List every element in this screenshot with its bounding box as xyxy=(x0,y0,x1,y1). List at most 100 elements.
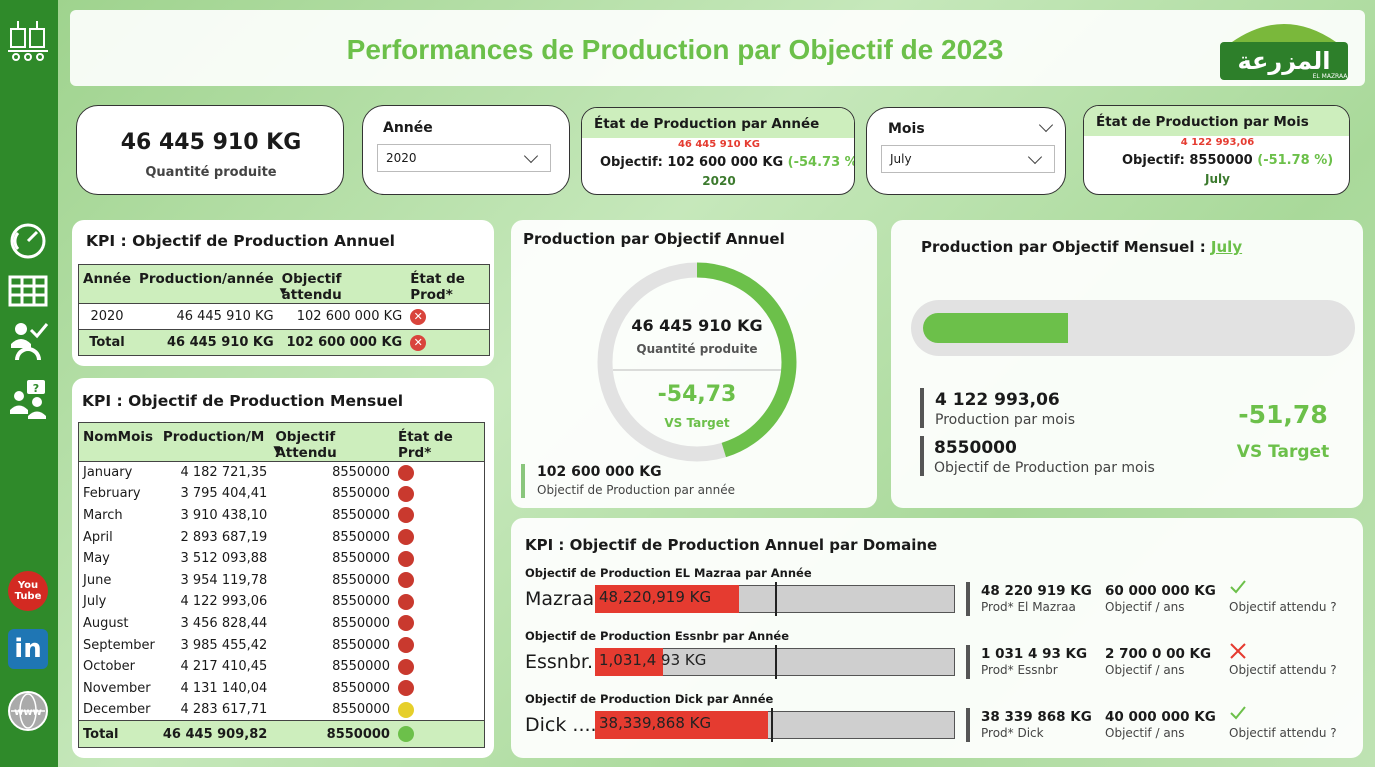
status-dot xyxy=(397,726,414,743)
table-icon[interactable] xyxy=(7,270,49,312)
cell-production: 3 795 404,41 xyxy=(180,486,268,502)
year-status-title: État de Production par Année xyxy=(594,116,820,132)
cross-icon xyxy=(1230,643,1246,659)
annual-kpi-title: KPI : Objectif de Production Annuel xyxy=(86,232,395,250)
cell-objective: 8550000 xyxy=(332,702,390,718)
monthly-progress-card: Production par Objectif Mensuel : July 4… xyxy=(891,220,1363,508)
linkedin-icon[interactable]: in xyxy=(7,628,49,670)
chevron-down-icon[interactable] xyxy=(1038,117,1054,133)
domain-obj: 40 000 000 KG xyxy=(1105,709,1216,725)
table-row[interactable]: December 4 283 617,71 8550000 xyxy=(79,699,485,721)
table-row[interactable]: July 4 122 993,06 8550000 xyxy=(79,591,485,613)
col-production-annee[interactable]: Production/année xyxy=(134,264,278,304)
domain-obj-label: Objectif / ans xyxy=(1105,600,1185,614)
table-row[interactable]: May 3 512 093,88 8550000 xyxy=(79,548,485,570)
annual-kpi-card: KPI : Objectif de Production Annuel Anné… xyxy=(72,220,494,366)
youtube-icon[interactable]: You Tube xyxy=(7,570,49,612)
cell-month: January xyxy=(83,465,133,481)
cell-objective: 102 600 000 KG xyxy=(296,309,403,324)
domain-check-label: Objectif attendu ? xyxy=(1229,663,1337,677)
domain-prod: 48 220 919 KG xyxy=(981,583,1092,599)
col-nommois[interactable]: NomMois xyxy=(78,422,159,462)
year-status-card: État de Production par Année 46 445 910 … xyxy=(581,107,855,195)
status-dot xyxy=(397,701,414,718)
col-etat-prd[interactable]: État de Prd* xyxy=(393,422,485,462)
domain-prod: 1 031 4 93 KG xyxy=(981,646,1088,662)
cell-production: 2 893 687,19 xyxy=(180,529,268,545)
cell-total-production: 46 445 910 KG xyxy=(166,335,274,350)
table-row[interactable]: 2020 46 445 910 KG 102 600 000 KG ✕ xyxy=(78,303,490,330)
table-row[interactable]: April 2 893 687,19 8550000 xyxy=(79,526,485,548)
annual-gauge-value: 46 445 910 KG xyxy=(631,316,763,335)
domain-name: Essnbr. xyxy=(525,651,594,673)
monthly-progress-month: July xyxy=(1210,238,1243,256)
table-row[interactable]: August 3 456 828,44 8550000 xyxy=(79,613,485,635)
status-dot xyxy=(397,485,414,502)
cell-month: June xyxy=(83,572,112,588)
annual-gauge-title: Production par Objectif Annuel xyxy=(523,230,785,248)
domain-prod-label: Prod* Essnbr xyxy=(981,663,1058,677)
cell-month: April xyxy=(83,529,113,545)
domain-bar-target xyxy=(775,645,777,679)
domain-obj-label: Objectif / ans xyxy=(1105,726,1185,740)
logo-text: المزرعة xyxy=(1237,47,1330,75)
month-status-pct: (-51.78 %) xyxy=(1257,153,1334,168)
chevron-down-icon xyxy=(523,148,539,164)
table-row[interactable]: November 4 131 140,04 8550000 xyxy=(79,677,485,699)
annual-gauge-delta: -54,73 xyxy=(657,382,737,407)
monthly-kpi-card: KPI : Objectif de Production Mensuel Nom… xyxy=(72,378,494,758)
quantity-card: 46 445 910 KG Quantité produite xyxy=(76,105,344,195)
sort-down-icon: ▼ xyxy=(273,445,281,455)
table-row[interactable]: October 4 217 410,45 8550000 xyxy=(79,656,485,678)
domain-bar-target xyxy=(771,708,773,742)
kpi-people-icon[interactable] xyxy=(7,320,49,362)
cell-month: October xyxy=(83,659,136,675)
table-row[interactable]: September 3 985 455,42 8550000 xyxy=(79,634,485,656)
domain-bar-fill: 1,031,4 93 KG xyxy=(595,648,706,676)
domain-bar-fill: 48,220,919 KG xyxy=(595,585,739,613)
col-annee[interactable]: Année xyxy=(78,264,135,304)
check-icon xyxy=(1230,580,1246,594)
month-select[interactable]: July xyxy=(881,145,1055,173)
col-production-m[interactable]: Production/M xyxy=(158,422,272,462)
col-etat-prod[interactable]: État de Prod* xyxy=(406,264,490,304)
table-row[interactable]: February 3 795 404,41 8550000 xyxy=(79,483,485,505)
annual-gauge-delta-label: VS Target xyxy=(664,416,730,430)
status-dot xyxy=(397,615,414,632)
cell-objective: 8550000 xyxy=(332,680,390,696)
year-filter-label: Année xyxy=(383,120,433,136)
cell-total-production: 46 445 909,82 xyxy=(162,726,268,742)
quantity-label: Quantité produite xyxy=(145,165,277,180)
table-row[interactable]: January 4 182 721,35 8550000 xyxy=(79,462,485,484)
domain-status-icon xyxy=(1229,705,1247,725)
year-status-year: 2020 xyxy=(702,174,736,188)
domain-status-icon xyxy=(1229,579,1247,599)
sidebar: ? You Tube in www xyxy=(0,0,58,767)
cell-objective: 8550000 xyxy=(332,551,390,567)
question-people-icon[interactable]: ? xyxy=(7,378,49,420)
domain-status-icon xyxy=(1229,642,1247,664)
cell-year: 2020 xyxy=(90,309,124,324)
col-objectif-attendu[interactable]: Objectif attendu ▼ xyxy=(277,264,407,304)
cell-objective: 8550000 xyxy=(332,659,390,675)
domain-name: Mazraa xyxy=(525,588,595,610)
status-dot xyxy=(397,529,414,546)
col-objectif-attendu[interactable]: Objectif Attendu ▼ xyxy=(271,422,394,462)
chevron-down-icon xyxy=(1027,149,1043,165)
cell-production: 3 910 438,10 xyxy=(180,507,268,523)
year-select[interactable]: 2020 xyxy=(377,144,551,172)
cell-month: September xyxy=(83,637,155,653)
cell-production: 4 182 721,35 xyxy=(180,465,268,481)
domain-obj: 60 000 000 KG xyxy=(1105,583,1216,599)
cell-month: November xyxy=(83,680,151,696)
cell-production: 4 283 617,71 xyxy=(180,702,268,718)
gauge-icon[interactable] xyxy=(7,220,49,262)
table-row[interactable]: June 3 954 119,78 8550000 xyxy=(79,569,485,591)
cell-objective: 8550000 xyxy=(332,529,390,545)
month-status-produced: 4 122 993,06 xyxy=(1180,137,1255,148)
table-row[interactable]: March 3 910 438,10 8550000 xyxy=(79,505,485,527)
annual-gauge-value-label: Quantité produite xyxy=(636,342,758,356)
cell-production: 4 122 993,06 xyxy=(180,594,268,610)
factory-icon[interactable] xyxy=(7,20,49,62)
web-globe-icon[interactable]: www xyxy=(7,690,49,732)
